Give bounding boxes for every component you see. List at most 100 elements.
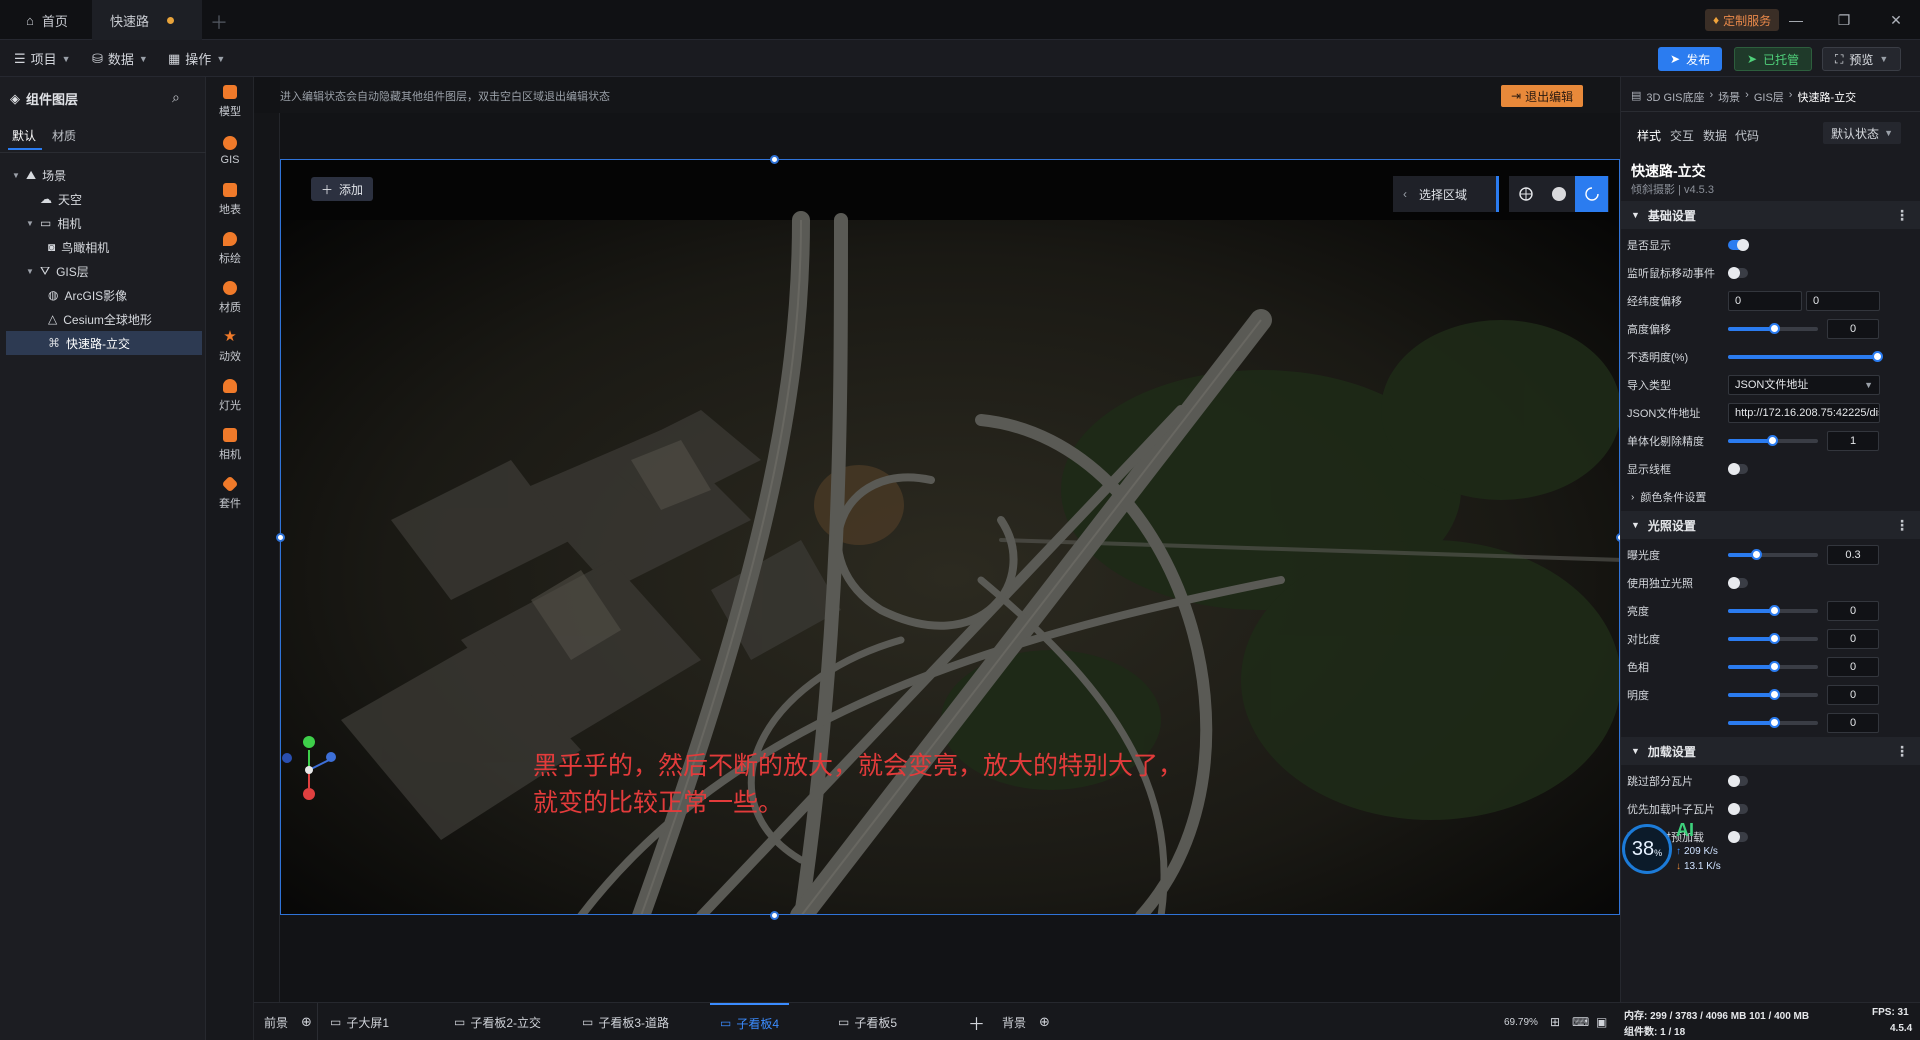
toolbox-camera[interactable]: 相机: [206, 420, 254, 470]
board-tab-4[interactable]: ▭ 子看板4: [710, 1003, 790, 1040]
toolbox-kit[interactable]: 套件: [206, 469, 254, 519]
exposure-input[interactable]: 0.3: [1827, 545, 1879, 565]
resize-handle-left[interactable]: [276, 533, 285, 542]
publish-button[interactable]: ➤ 发布: [1658, 47, 1723, 71]
foreground-tab[interactable]: 前景 ⊕: [264, 1003, 312, 1040]
board-tab-2[interactable]: ▭ 子看板2-立交: [454, 1003, 541, 1040]
tree-item-scene[interactable]: ▼ ⛰ 场景: [6, 163, 202, 187]
tree-item-arcgis[interactable]: ◍ ArcGIS影像: [6, 283, 202, 307]
tree-item-expressway[interactable]: ⌘ 快速路-立交: [6, 331, 202, 355]
custom-service-button[interactable]: ♦ 定制服务: [1705, 9, 1780, 31]
more-icon[interactable]: ⋮: [1895, 743, 1909, 760]
more-icon[interactable]: ⋮: [1895, 207, 1909, 224]
new-tab-icon[interactable]: ＋: [210, 9, 228, 35]
solid-view-icon[interactable]: [1542, 176, 1575, 212]
skip-tiles-toggle[interactable]: [1728, 775, 1748, 787]
minimize-icon[interactable]: —: [1786, 10, 1806, 30]
tree-item-camera-group[interactable]: ▼ ▭ 相机: [6, 211, 202, 235]
json-url-input[interactable]: http://172.16.208.75:42225/distribut: [1728, 403, 1880, 423]
add-circle-icon[interactable]: ⊕: [1039, 1014, 1050, 1030]
restore-icon[interactable]: ❐: [1834, 10, 1854, 30]
toolbox-effect[interactable]: ★ 动效: [206, 322, 254, 372]
preload-hidden-toggle[interactable]: [1728, 831, 1748, 843]
lightness-slider[interactable]: [1728, 689, 1818, 700]
toolbox-plot[interactable]: 标绘: [206, 224, 254, 274]
resize-handle-top[interactable]: [770, 155, 779, 164]
height-offset-input[interactable]: 0: [1827, 319, 1879, 339]
board-tab-5[interactable]: ▭ 子看板5: [838, 1003, 897, 1040]
tab-interaction[interactable]: 交互: [1670, 127, 1694, 144]
section-lighting[interactable]: ▼ 光照设置 ⋮: [1621, 511, 1920, 539]
lng-offset-input[interactable]: 0: [1728, 291, 1802, 311]
saturation-input[interactable]: 0: [1827, 713, 1879, 733]
search-icon[interactable]: ⌕: [172, 89, 180, 106]
contrast-slider[interactable]: [1728, 633, 1818, 644]
show-toggle[interactable]: [1728, 239, 1749, 251]
toolbox-model[interactable]: 模型: [206, 77, 254, 127]
section-basic[interactable]: ▼ 基础设置 ⋮: [1621, 201, 1920, 229]
hue-slider[interactable]: [1728, 661, 1818, 672]
hue-input[interactable]: 0: [1827, 657, 1879, 677]
menu-operate[interactable]: ▦ 操作 ▼: [168, 40, 225, 77]
independent-light-toggle[interactable]: [1728, 577, 1748, 589]
add-button[interactable]: ＋ 添加: [311, 177, 374, 201]
toolbox-light[interactable]: 灯光: [206, 371, 254, 421]
state-select[interactable]: 默认状态 ▼: [1823, 122, 1901, 144]
add-board-icon[interactable]: ＋: [968, 1003, 985, 1040]
tree-item-cesium-terrain[interactable]: △ Cesium全球地形: [6, 307, 202, 331]
3d-scene-view[interactable]: ＋ 添加 ‹ 选择区域 黑乎乎的，然后不断的放大，就会变亮，放大的特别大了， 就…: [280, 159, 1620, 915]
board-tab-3[interactable]: ▭ 子看板3-道路: [582, 1003, 669, 1040]
board-tab-1[interactable]: ▭ 子大屏1: [330, 1003, 389, 1040]
breadcrumb-item[interactable]: 3D GIS底座: [1646, 89, 1704, 105]
network-monitor-widget[interactable]: AI 38% ↑ 209 K/s ↓ 13.1 K/s: [1620, 820, 1730, 880]
exposure-slider[interactable]: [1728, 549, 1818, 560]
background-tab[interactable]: 背景 ⊕: [1002, 1003, 1050, 1040]
lightness-input[interactable]: 0: [1827, 685, 1879, 705]
brightness-input[interactable]: 0: [1827, 601, 1879, 621]
globe-view-icon[interactable]: [1509, 176, 1542, 212]
lat-offset-input[interactable]: 0: [1806, 291, 1880, 311]
wireframe-toggle[interactable]: [1728, 463, 1748, 475]
hosted-button[interactable]: ➤ 已托管: [1734, 47, 1813, 71]
terminal-icon[interactable]: ▣: [1596, 1003, 1607, 1040]
breadcrumb-item[interactable]: 场景: [1718, 89, 1740, 105]
tree-item-gis-layer[interactable]: ▼ ⛛ GIS层: [6, 259, 202, 283]
toolbox-gis[interactable]: GIS: [206, 126, 254, 176]
lod-input[interactable]: 1: [1827, 431, 1879, 451]
tab-data[interactable]: 数据: [1703, 127, 1727, 144]
brightness-slider[interactable]: [1728, 605, 1818, 616]
menu-data[interactable]: ⛁ 数据 ▼: [92, 40, 148, 77]
saturation-slider[interactable]: [1728, 717, 1818, 728]
exit-edit-button[interactable]: ⇥ 退出编辑: [1501, 85, 1584, 107]
resize-handle-bottom[interactable]: [770, 911, 779, 920]
add-circle-icon[interactable]: ⊕: [301, 1014, 312, 1030]
select-region-panel[interactable]: ‹ 选择区域: [1393, 176, 1499, 212]
opacity-slider[interactable]: [1728, 351, 1883, 362]
zoom-level[interactable]: 69.79%: [1504, 1003, 1538, 1040]
fit-screen-icon[interactable]: ⊞: [1550, 1003, 1560, 1040]
tab-home[interactable]: ⌂ 首页: [8, 0, 86, 40]
tab-code[interactable]: 代码: [1735, 127, 1759, 144]
leaf-first-toggle[interactable]: [1728, 803, 1748, 815]
tab-material[interactable]: 材质: [52, 127, 76, 144]
height-offset-slider[interactable]: [1728, 323, 1818, 334]
color-condition-group[interactable]: › 颜色条件设置: [1631, 489, 1706, 505]
lod-slider[interactable]: [1728, 435, 1818, 446]
section-loading[interactable]: ▼ 加载设置 ⋮: [1621, 737, 1920, 765]
import-type-select[interactable]: JSON文件地址 ▼: [1728, 375, 1880, 395]
keyboard-icon[interactable]: ⌨: [1572, 1003, 1589, 1040]
tree-item-birdview-camera[interactable]: ◙ 鸟瞰相机: [6, 235, 202, 259]
tab-active[interactable]: 快速路: [92, 0, 202, 40]
toolbox-surface[interactable]: 地表: [206, 175, 254, 225]
tab-default[interactable]: 默认: [12, 127, 36, 144]
tree-item-sky[interactable]: ☁ 天空: [6, 187, 202, 211]
tab-style[interactable]: 样式: [1637, 127, 1661, 144]
toolbox-material[interactable]: 材质: [206, 273, 254, 323]
menu-project[interactable]: ☰ 项目 ▼: [14, 40, 71, 77]
mouse-move-toggle[interactable]: [1728, 267, 1748, 279]
preview-button[interactable]: ⛶ 预览 ▼: [1822, 47, 1902, 71]
more-icon[interactable]: ⋮: [1895, 517, 1909, 534]
close-icon[interactable]: ✕: [1886, 10, 1906, 30]
rotate-view-icon[interactable]: [1575, 176, 1608, 212]
contrast-input[interactable]: 0: [1827, 629, 1879, 649]
